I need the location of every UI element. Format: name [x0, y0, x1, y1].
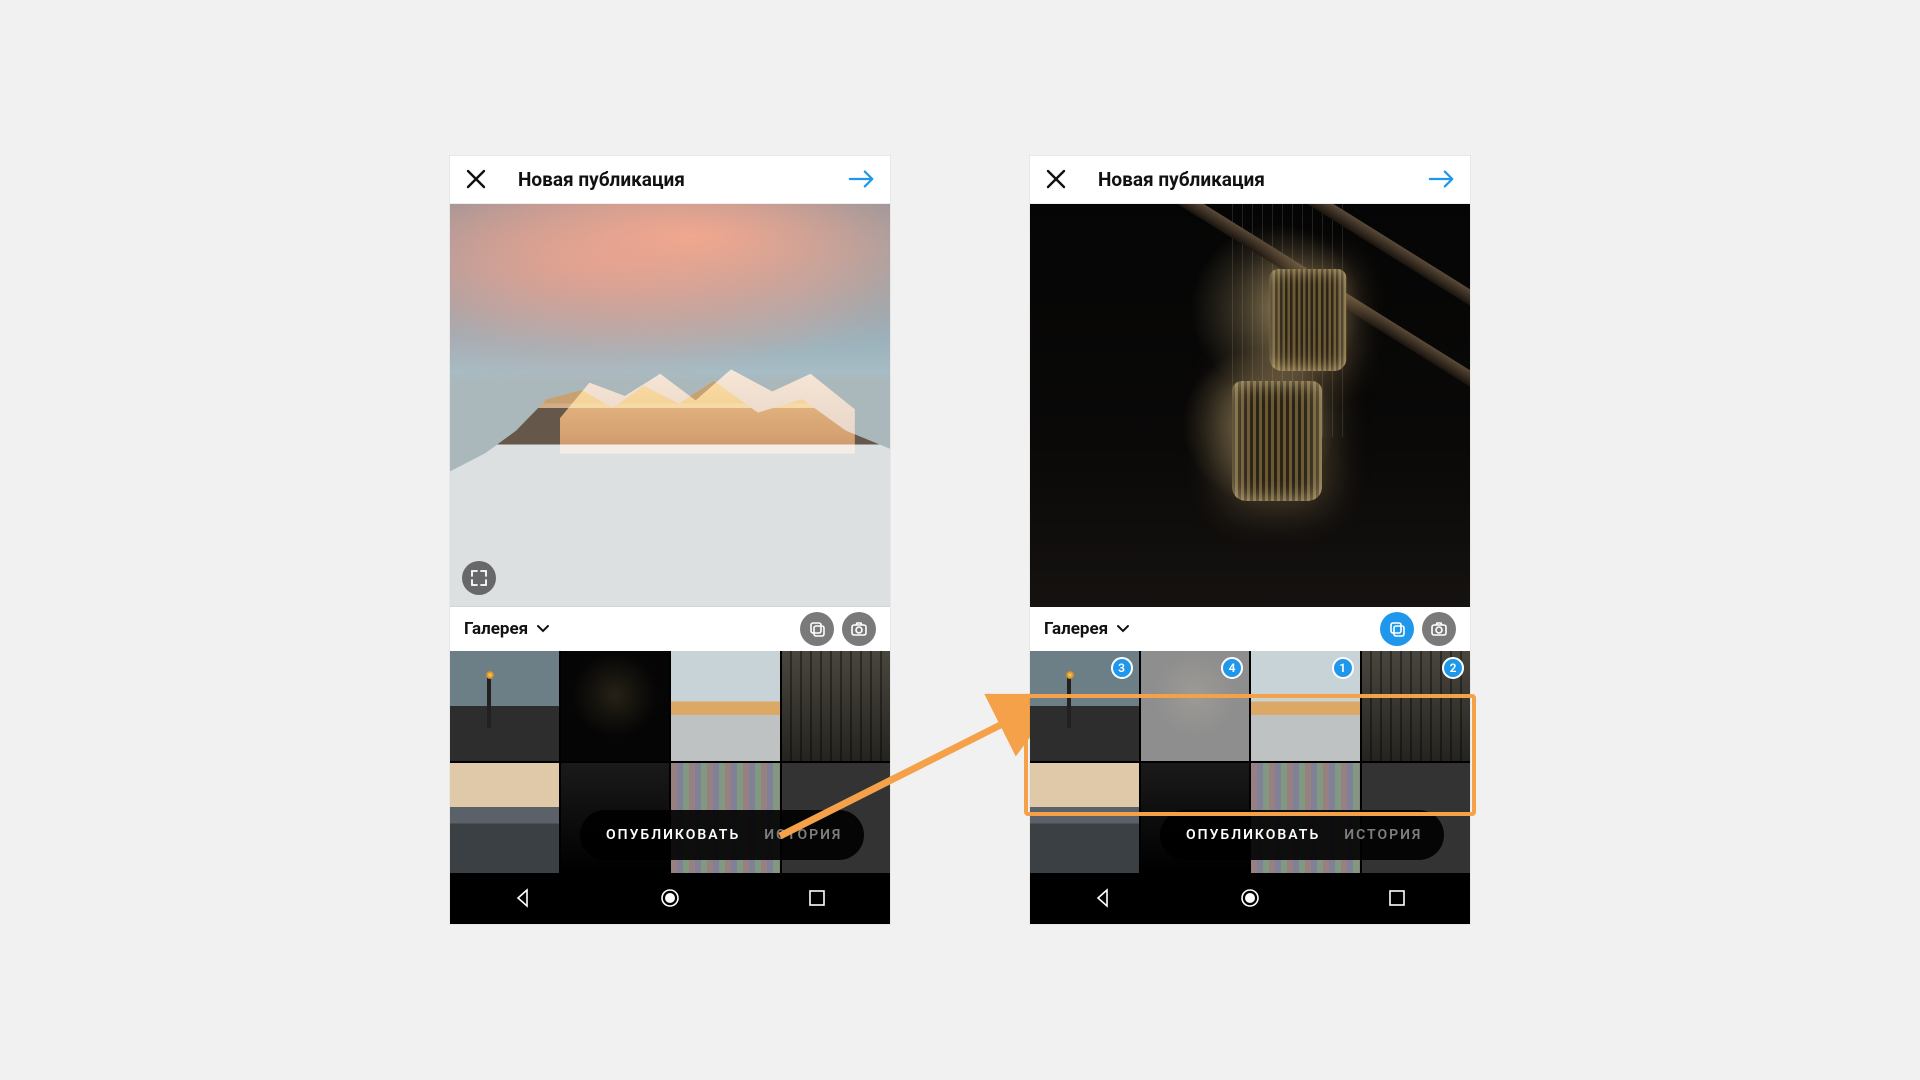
next-arrow-icon[interactable] [848, 168, 876, 190]
phone-right: Новая публикация Галерея 3 4 1 2 ОПУБЛИК… [1030, 156, 1470, 924]
tab-publish[interactable]: ОПУБЛИКОВАТЬ [1186, 827, 1320, 843]
gallery-thumb[interactable]: 4 [1141, 651, 1250, 761]
source-bar: Галерея [1030, 607, 1470, 651]
gallery-thumb[interactable]: 1 [1251, 651, 1360, 761]
camera-icon [1430, 620, 1448, 638]
mode-tab-bar: ОПУБЛИКОВАТЬ ИСТОРИЯ RE [580, 810, 864, 860]
gallery-picker[interactable]: Галерея [464, 619, 528, 639]
nav-home-icon[interactable] [1239, 887, 1261, 909]
nav-back-icon[interactable] [1092, 887, 1114, 909]
order-badge: 3 [1111, 657, 1133, 679]
multi-select-button[interactable] [1380, 612, 1414, 646]
page-title: Новая публикация [1098, 168, 1265, 191]
tab-story[interactable]: ИСТОРИЯ [764, 827, 842, 843]
camera-icon [850, 620, 868, 638]
gallery-thumb[interactable]: 3 [1030, 651, 1139, 761]
mode-tab-bar: ОПУБЛИКОВАТЬ ИСТОРИЯ RE [1160, 810, 1444, 860]
tab-story[interactable]: ИСТОРИЯ [1344, 827, 1422, 843]
nav-recent-icon[interactable] [806, 887, 828, 909]
gallery-picker[interactable]: Галерея [1044, 619, 1108, 639]
next-arrow-icon[interactable] [1428, 168, 1456, 190]
nav-recent-icon[interactable] [1386, 887, 1408, 909]
order-badge: 2 [1442, 657, 1464, 679]
header: Новая публикация [1030, 156, 1470, 204]
header: Новая публикация [450, 156, 890, 204]
nav-back-icon[interactable] [512, 887, 534, 909]
gallery-thumb[interactable] [671, 651, 780, 761]
multi-select-icon [808, 620, 826, 638]
chevron-down-icon[interactable] [536, 624, 550, 634]
preview-image[interactable] [1030, 204, 1470, 607]
tab-publish[interactable]: ОПУБЛИКОВАТЬ [606, 827, 740, 843]
close-icon[interactable] [1044, 167, 1068, 191]
nav-home-icon[interactable] [659, 887, 681, 909]
preview-scene-mountain [450, 204, 890, 607]
gallery-thumb[interactable] [1030, 763, 1139, 873]
order-badge: 4 [1221, 657, 1243, 679]
expand-crop-button[interactable] [462, 561, 496, 595]
android-nav-bar [1030, 873, 1470, 924]
preview-scene-lamps [1030, 204, 1470, 607]
gallery-thumb[interactable] [450, 651, 559, 761]
chevron-down-icon[interactable] [1116, 624, 1130, 634]
close-icon[interactable] [464, 167, 488, 191]
gallery-thumb[interactable]: 2 [1362, 651, 1471, 761]
expand-icon [471, 570, 487, 586]
source-bar: Галерея [450, 607, 890, 651]
multi-select-button[interactable] [800, 612, 834, 646]
gallery-thumb[interactable] [561, 651, 670, 761]
gallery-thumb[interactable] [450, 763, 559, 873]
preview-image[interactable] [450, 204, 890, 607]
page-title: Новая публикация [518, 168, 685, 191]
camera-button[interactable] [842, 612, 876, 646]
order-badge: 1 [1332, 657, 1354, 679]
multi-select-icon [1388, 620, 1406, 638]
phone-left: Новая публикация Галерея ОПУБЛИКОВАТЬ ИС… [450, 156, 890, 924]
gallery-thumb[interactable] [782, 651, 891, 761]
android-nav-bar [450, 873, 890, 924]
camera-button[interactable] [1422, 612, 1456, 646]
